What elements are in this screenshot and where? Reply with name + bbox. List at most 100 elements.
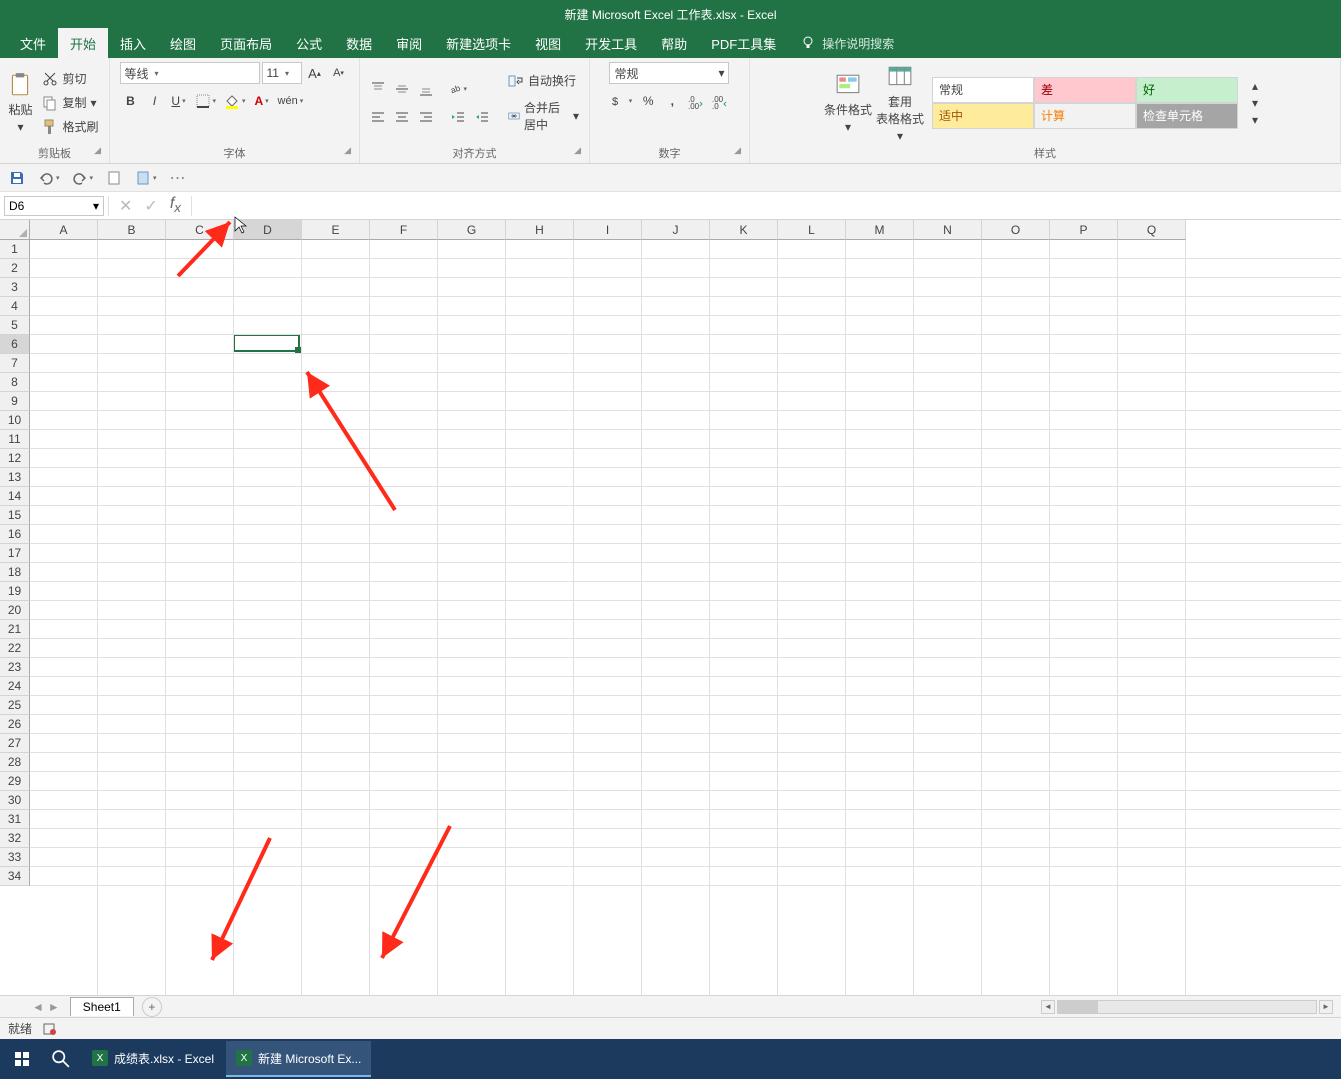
row-header[interactable]: 21 (0, 620, 30, 639)
enter-formula-button[interactable]: ✓ (144, 196, 157, 216)
row-header[interactable]: 11 (0, 430, 30, 449)
search-button[interactable] (42, 1039, 80, 1079)
qat-customize-button[interactable]: ⋯ (167, 167, 189, 189)
bold-button[interactable]: B (120, 90, 142, 112)
italic-button[interactable]: I (144, 90, 166, 112)
column-header[interactable]: J (642, 220, 710, 240)
column-header[interactable]: A (30, 220, 98, 240)
tab-help[interactable]: 帮助 (649, 28, 699, 59)
percent-button[interactable]: % (637, 90, 659, 112)
column-header[interactable]: L (778, 220, 846, 240)
qat-custom1-button[interactable] (103, 167, 125, 189)
row-header[interactable]: 1 (0, 240, 30, 259)
align-top-button[interactable] (366, 78, 390, 100)
style-bad[interactable]: 差 (1034, 77, 1136, 103)
row-header[interactable]: 25 (0, 696, 30, 715)
increase-decimal-button[interactable]: .0.00 (685, 90, 707, 112)
row-header[interactable]: 32 (0, 829, 30, 848)
tab-home[interactable]: 开始 (58, 28, 108, 59)
wrap-text-button[interactable]: 自动换行 (504, 70, 583, 91)
style-gallery-up[interactable]: ▴ (1244, 77, 1266, 94)
tell-me-search[interactable]: 操作说明搜索 (800, 35, 894, 52)
font-color-button[interactable]: A▾ (251, 90, 273, 112)
tab-view[interactable]: 视图 (523, 28, 573, 59)
align-right-button[interactable] (414, 106, 438, 128)
row-header[interactable]: 17 (0, 544, 30, 563)
name-box[interactable]: D6▾ (4, 196, 104, 216)
decrease-decimal-button[interactable]: .00.0 (709, 90, 731, 112)
dialog-launcher-icon[interactable]: ◢ (574, 145, 581, 156)
scroll-thumb[interactable] (1058, 1001, 1098, 1013)
row-header[interactable]: 24 (0, 677, 30, 696)
worksheet-grid[interactable]: ABCDEFGHIJKLMNOPQ 1234567891011121314151… (0, 220, 1341, 995)
style-normal[interactable]: 常规 (932, 77, 1034, 103)
row-header[interactable]: 3 (0, 278, 30, 297)
cut-button[interactable]: 剪切 (38, 68, 90, 89)
underline-button[interactable]: U▾ (168, 90, 190, 112)
column-header[interactable]: H (506, 220, 574, 240)
insert-function-button[interactable]: fx (170, 195, 181, 215)
tab-review[interactable]: 审阅 (384, 28, 434, 59)
style-neutral[interactable]: 适中 (932, 103, 1034, 129)
increase-font-button[interactable]: A▴ (304, 62, 326, 84)
align-middle-button[interactable] (390, 78, 414, 100)
tab-developer[interactable]: 开发工具 (573, 28, 649, 59)
format-painter-button[interactable]: 格式刷 (38, 116, 102, 137)
row-header[interactable]: 27 (0, 734, 30, 753)
column-header[interactable]: B (98, 220, 166, 240)
taskbar-app-2[interactable]: X 新建 Microsoft Ex... (226, 1041, 371, 1077)
number-format-dropdown[interactable]: 常规▾ (609, 62, 729, 84)
row-header[interactable]: 22 (0, 639, 30, 658)
row-header[interactable]: 33 (0, 848, 30, 867)
active-cell[interactable] (233, 334, 300, 352)
align-bottom-button[interactable] (414, 78, 438, 100)
merge-center-button[interactable]: 合并后居中▾ (504, 97, 583, 135)
increase-indent-button[interactable] (470, 106, 494, 128)
save-button[interactable] (6, 167, 28, 189)
column-header[interactable]: G (438, 220, 506, 240)
tab-data[interactable]: 数据 (334, 28, 384, 59)
paste-button[interactable]: 粘贴 ▾ (6, 71, 34, 134)
align-center-button[interactable] (390, 106, 414, 128)
column-header[interactable]: P (1050, 220, 1118, 240)
column-header[interactable]: I (574, 220, 642, 240)
row-header[interactable]: 29 (0, 772, 30, 791)
redo-button[interactable]: ▾ (70, 167, 96, 189)
row-header[interactable]: 8 (0, 373, 30, 392)
copy-button[interactable]: 复制▾ (38, 92, 100, 113)
row-header[interactable]: 13 (0, 468, 30, 487)
scroll-right-button[interactable]: ► (1319, 1000, 1333, 1014)
row-header[interactable]: 10 (0, 411, 30, 430)
dialog-launcher-icon[interactable]: ◢ (94, 145, 101, 156)
qat-custom2-button[interactable]: ▾ (133, 167, 159, 189)
format-as-table-button[interactable]: 套用 表格格式▾ (876, 63, 924, 143)
tab-formulas[interactable]: 公式 (284, 28, 334, 59)
conditional-formatting-button[interactable]: 条件格式▾ (824, 71, 872, 134)
orientation-button[interactable]: ab▾ (446, 78, 470, 100)
column-header[interactable]: M (846, 220, 914, 240)
comma-button[interactable]: , (661, 90, 683, 112)
start-button[interactable] (4, 1039, 40, 1079)
row-header[interactable]: 2 (0, 259, 30, 278)
horizontal-scrollbar[interactable]: ◄ ► (1041, 1000, 1341, 1014)
decrease-font-button[interactable]: A▾ (328, 62, 350, 84)
row-header[interactable]: 16 (0, 525, 30, 544)
font-name-dropdown[interactable]: 等线▾ (120, 62, 260, 84)
tab-custom[interactable]: 新建选项卡 (434, 28, 523, 59)
row-header[interactable]: 20 (0, 601, 30, 620)
column-header[interactable]: C (166, 220, 234, 240)
column-header[interactable]: N (914, 220, 982, 240)
style-calculation[interactable]: 计算 (1034, 103, 1136, 129)
cancel-formula-button[interactable]: ✕ (119, 196, 132, 216)
row-header[interactable]: 18 (0, 563, 30, 582)
row-header[interactable]: 6 (0, 335, 30, 354)
dialog-launcher-icon[interactable]: ◢ (344, 145, 351, 156)
border-button[interactable]: ▾ (192, 90, 220, 112)
row-header[interactable]: 4 (0, 297, 30, 316)
undo-button[interactable]: ▾ (36, 167, 62, 189)
tab-file[interactable]: 文件 (8, 28, 58, 59)
style-gallery-down[interactable]: ▾ (1244, 94, 1266, 111)
style-gallery-more[interactable]: ▾ (1244, 111, 1266, 128)
phonetic-button[interactable]: wén▾ (275, 90, 307, 112)
new-sheet-button[interactable]: + (142, 997, 162, 1017)
